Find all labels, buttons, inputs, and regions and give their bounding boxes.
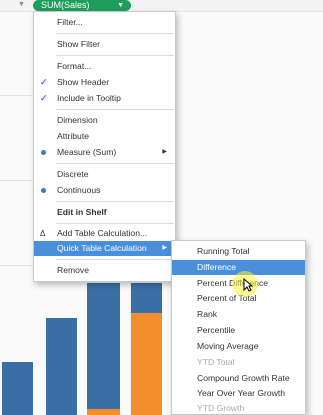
pill-label: SUM(Sales) (41, 0, 90, 10)
submenu-item-label: Difference (197, 262, 237, 272)
submenu-item-label: Compound Growth Rate (197, 373, 290, 383)
submenu-item-ytd-total: YTD Total (172, 355, 305, 370)
bar-mark[interactable] (87, 283, 120, 410)
menu-item-label: Discrete (57, 169, 89, 179)
submenu-item-label: YTD Total (197, 357, 235, 367)
grid-line (0, 180, 33, 181)
menu-item-label: Remove (57, 265, 89, 275)
submenu-item-year-over-year-growth[interactable]: Year Over Year Growth (172, 386, 305, 401)
menu-separator (56, 201, 174, 202)
menu-item-format[interactable]: Format... (34, 59, 175, 74)
delta-icon: Δ (40, 229, 46, 238)
menu-item-measure[interactable]: Measure (Sum) ▶ (34, 145, 175, 160)
menu-separator (56, 163, 174, 164)
menu-separator (56, 33, 174, 34)
submenu-item-compound-growth-rate[interactable]: Compound Growth Rate (172, 371, 305, 386)
submenu-item-label: YTD Growth (197, 403, 245, 413)
chevron-down-icon[interactable]: ▼ (117, 0, 124, 11)
pointer-cursor-icon (243, 278, 253, 292)
sum-sales-pill[interactable]: SUM(Sales) ▼ (33, 0, 131, 11)
submenu-item-moving-average[interactable]: Moving Average (172, 339, 305, 354)
shelf-dropdown-icon[interactable]: ▼ (18, 1, 25, 8)
menu-item-filter[interactable]: Filter... (34, 15, 175, 30)
menu-item-attribute[interactable]: Attribute (34, 129, 175, 144)
checkmark-icon: ✓ (40, 93, 48, 103)
menu-item-label: Include in Tooltip (57, 93, 121, 103)
menu-item-add-table-calculation[interactable]: Δ Add Table Calculation... (34, 226, 175, 241)
pill-context-menu: Filter... Show Filter Format... ✓ Show He… (33, 11, 176, 282)
submenu-item-rank[interactable]: Rank (172, 307, 305, 322)
menu-item-show-filter[interactable]: Show Filter (34, 37, 175, 52)
menu-item-remove[interactable]: Remove (34, 263, 175, 278)
bar-mark[interactable] (87, 409, 120, 415)
menu-item-quick-table-calculation[interactable]: Quick Table Calculation ▶ (34, 241, 175, 256)
grid-line (0, 95, 33, 96)
submenu-item-label: Year Over Year Growth (197, 388, 286, 398)
menu-item-label: Edit in Shelf (57, 207, 107, 217)
menu-item-label: Measure (Sum) (57, 147, 117, 157)
submenu-item-running-total[interactable]: Running Total (172, 244, 305, 259)
menu-item-label: Dimension (57, 115, 98, 125)
grid-line (0, 265, 33, 266)
submenu-item-label: Moving Average (197, 341, 259, 351)
menu-item-label: Attribute (57, 131, 90, 141)
menu-item-label: Quick Table Calculation (57, 243, 147, 253)
chevron-right-icon: ▶ (162, 149, 167, 155)
submenu-item-label: Rank (197, 309, 218, 319)
menu-separator (56, 55, 174, 56)
submenu-item-label: Running Total (197, 246, 250, 256)
bar-mark[interactable] (2, 362, 33, 415)
submenu-item-percentile[interactable]: Percentile (172, 323, 305, 338)
menu-item-label: Show Filter (57, 39, 100, 49)
menu-item-label: Show Header (57, 77, 110, 87)
radio-dot-icon (41, 188, 46, 193)
menu-item-label: Format... (57, 61, 92, 71)
radio-dot-icon (41, 150, 46, 155)
bar-mark[interactable] (131, 283, 162, 313)
bar-mark[interactable] (131, 313, 162, 415)
chevron-right-icon: ▶ (162, 245, 167, 251)
submenu-item-label: Percentile (197, 325, 236, 335)
menu-item-include-in-tooltip[interactable]: ✓ Include in Tooltip (34, 91, 175, 106)
menu-item-label: Continuous (57, 185, 101, 195)
menu-item-label: Filter... (57, 17, 83, 27)
menu-separator (56, 259, 174, 260)
menu-item-dimension[interactable]: Dimension (34, 113, 175, 128)
menu-item-show-header[interactable]: ✓ Show Header (34, 75, 175, 90)
menu-separator (56, 109, 174, 110)
bar-mark[interactable] (46, 318, 77, 415)
quick-table-calculation-submenu: Running Total Difference Percent Differe… (171, 240, 306, 415)
menu-item-edit-in-shelf[interactable]: Edit in Shelf (34, 205, 175, 220)
menu-item-discrete[interactable]: Discrete (34, 167, 175, 182)
submenu-item-ytd-growth: YTD Growth (172, 401, 305, 415)
menu-item-continuous[interactable]: Continuous (34, 183, 175, 198)
menu-separator (56, 223, 174, 224)
checkmark-icon: ✓ (40, 77, 48, 87)
menu-item-label: Add Table Calculation... (57, 228, 148, 238)
